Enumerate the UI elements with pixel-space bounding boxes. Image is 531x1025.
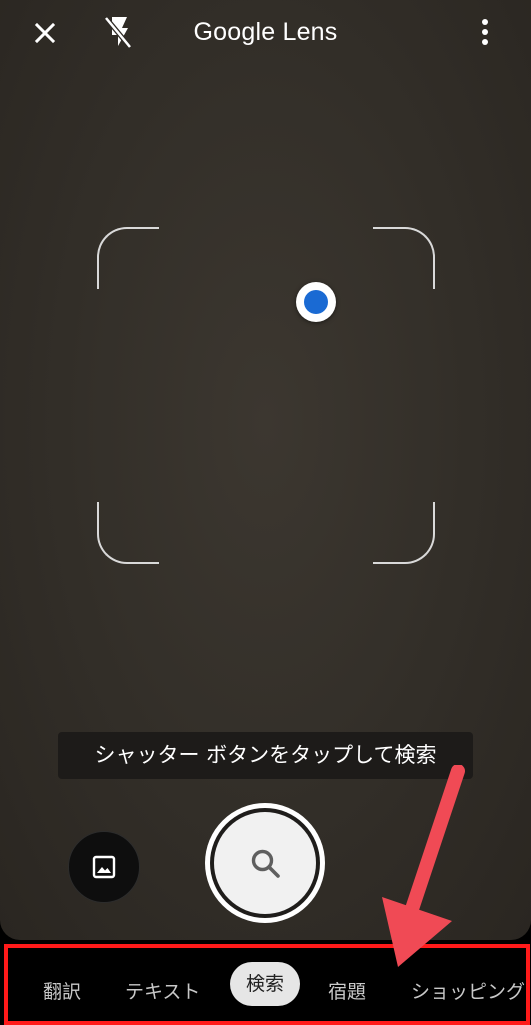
frame-corner-top-right xyxy=(373,227,435,289)
app-title: Google Lens xyxy=(193,18,338,46)
shutter-button[interactable] xyxy=(205,803,325,923)
frame-corner-bottom-left xyxy=(97,502,159,564)
frame-corner-top-left xyxy=(97,227,159,289)
tab-shopping[interactable]: ショッピング xyxy=(411,971,531,1013)
top-bar: Google Lens xyxy=(0,0,531,70)
focus-point-indicator[interactable] xyxy=(296,282,336,322)
tab-text[interactable]: テキスト xyxy=(125,971,200,1013)
tab-translate[interactable]: 翻訳 xyxy=(43,971,81,1013)
search-icon xyxy=(251,849,280,878)
more-vert-icon xyxy=(482,19,488,45)
frame-corner-bottom-right xyxy=(373,502,435,564)
annotation-arrow xyxy=(382,765,465,967)
image-icon xyxy=(92,855,116,879)
tab-search[interactable]: 検索 xyxy=(230,962,301,1006)
tab-homework[interactable]: 宿題 xyxy=(328,971,366,1013)
more-options-button[interactable] xyxy=(474,16,496,48)
gallery-button[interactable] xyxy=(68,831,140,903)
